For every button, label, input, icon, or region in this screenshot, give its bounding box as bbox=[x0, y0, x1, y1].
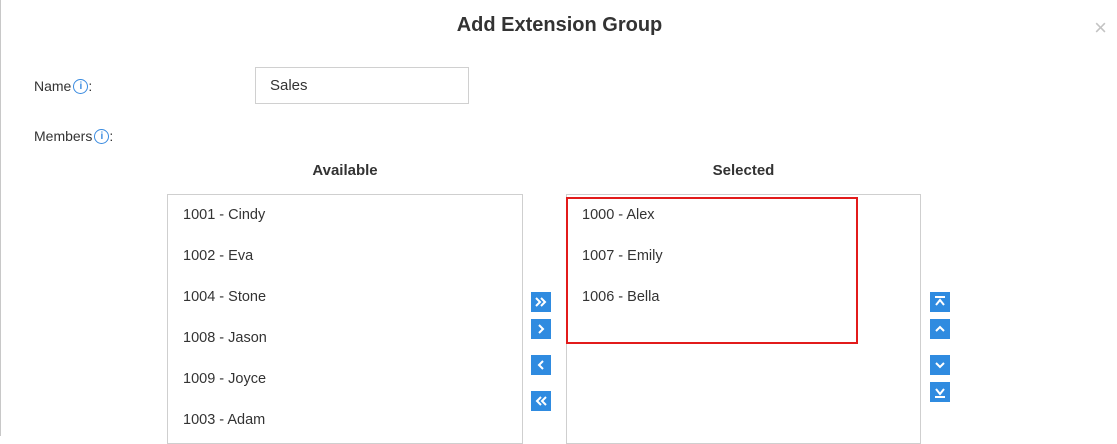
move-to-bottom-icon bbox=[935, 388, 945, 398]
selected-header: Selected bbox=[712, 162, 775, 179]
selected-list[interactable]: 1000 - Alex 1007 - Emily 1006 - Bella bbox=[566, 194, 921, 444]
name-input[interactable] bbox=[255, 67, 469, 104]
info-icon[interactable]: i bbox=[94, 129, 110, 144]
list-item[interactable]: 1002 - Eva bbox=[168, 236, 522, 277]
list-item[interactable]: 1008 - Jason bbox=[168, 318, 522, 359]
move-down-button[interactable] bbox=[930, 355, 950, 375]
move-bottom-button[interactable] bbox=[930, 382, 950, 402]
chevron-left-icon bbox=[537, 360, 544, 370]
chevron-down-icon bbox=[935, 362, 945, 369]
list-item[interactable]: 1007 - Emily bbox=[567, 236, 920, 277]
list-item[interactable]: 1001 - Cindy bbox=[168, 195, 522, 236]
double-chevron-right-icon bbox=[535, 297, 547, 307]
dialog-title: Add Extension Group bbox=[456, 14, 663, 36]
add-selected-button[interactable] bbox=[531, 319, 551, 339]
list-item[interactable]: 1009 - Joyce bbox=[168, 359, 522, 400]
available-list[interactable]: 1001 - Cindy 1002 - Eva 1004 - Stone 100… bbox=[167, 194, 523, 444]
add-extension-group-dialog: Add Extension Group × Namei: Membersi: A… bbox=[0, 0, 1117, 444]
remove-all-button[interactable] bbox=[531, 391, 551, 411]
move-top-button[interactable] bbox=[930, 292, 950, 312]
members-label: Members bbox=[34, 128, 93, 144]
name-label: Name bbox=[34, 78, 72, 94]
list-item[interactable]: 1000 - Alex bbox=[567, 195, 920, 236]
list-item[interactable]: 1004 - Stone bbox=[168, 277, 522, 318]
list-item[interactable]: 1003 - Adam bbox=[168, 400, 522, 441]
chevron-up-icon bbox=[935, 325, 945, 332]
members-label-row: Members i: bbox=[34, 128, 113, 144]
info-icon[interactable]: i bbox=[73, 79, 89, 94]
close-icon[interactable]: × bbox=[1094, 17, 1107, 39]
name-label-colon: : bbox=[88, 78, 93, 94]
remove-selected-button[interactable] bbox=[531, 355, 551, 375]
double-chevron-left-icon bbox=[535, 396, 547, 406]
chevron-right-icon bbox=[538, 324, 545, 334]
members-label-colon: : bbox=[109, 128, 114, 144]
list-item[interactable]: 1006 - Bella bbox=[567, 277, 920, 318]
available-header: Available bbox=[312, 162, 378, 179]
name-label-row: Name i: bbox=[34, 78, 92, 94]
move-up-button[interactable] bbox=[930, 319, 950, 339]
move-to-top-icon bbox=[935, 296, 945, 306]
add-all-button[interactable] bbox=[531, 292, 551, 312]
